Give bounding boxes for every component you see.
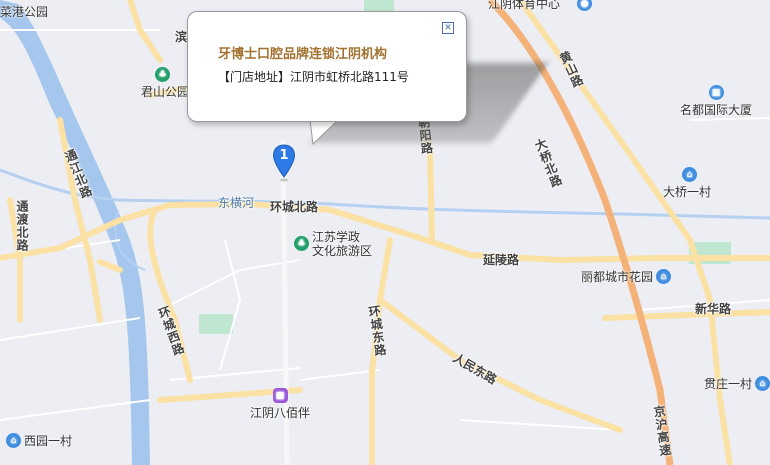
poi-jiangsu-xuezheng[interactable]: ♣ 江苏学政 文化旅游区 xyxy=(294,230,372,258)
popup-tail xyxy=(309,118,339,146)
poi-guiting-village[interactable]: 贯庄一村 ⌂ xyxy=(704,375,770,392)
poi-label: 君山公园 xyxy=(141,85,190,99)
green-area xyxy=(199,314,233,334)
road-label: 通渡北路 xyxy=(15,200,29,252)
poi-nancai-port[interactable]: 菜港公园 xyxy=(0,3,48,20)
poi-sports-center[interactable]: 江阴体育中心 ● xyxy=(488,0,593,12)
house-icon: ⌂ xyxy=(682,167,698,182)
poi-daqiao-village[interactable]: ⌂ 大桥一村 xyxy=(663,167,711,200)
poi-junshan-park[interactable]: ♣ 君山公园 xyxy=(141,67,189,100)
popup-title: 牙博士口腔品牌连锁江阴机构 xyxy=(218,47,388,62)
popup-address: 【门店地址】江阴市虹桥北路111号 xyxy=(218,70,409,84)
house-icon: ⌂ xyxy=(755,376,770,391)
road-label: 滨 xyxy=(175,30,188,44)
park-icon: ♣ xyxy=(155,67,170,82)
location-marker[interactable]: 1 xyxy=(272,144,296,182)
map-canvas[interactable]: 环城北路 延陵路 环城东路 环城西路 通江北路 通渡北路 朝阳路 黄山路 大桥北… xyxy=(0,0,770,465)
poi-label: 江阴八佰伴 xyxy=(250,406,311,420)
road-label: 新华路 xyxy=(695,302,732,316)
poi-mingdu[interactable]: ▦ 名都国际大厦 xyxy=(680,85,752,118)
park-icon: ♣ xyxy=(294,236,309,251)
poi-label: 江苏学政 文化旅游区 xyxy=(312,230,373,258)
close-icon[interactable]: ✕ xyxy=(442,22,454,34)
poi-lidu-garden[interactable]: 丽都城市花园 ⌂ xyxy=(581,268,672,285)
poi-label: 丽都城市花园 xyxy=(581,270,654,284)
house-icon: ⌂ xyxy=(6,433,21,448)
poi-xiyuan-village[interactable]: ⌂ 西园一村 xyxy=(6,432,72,449)
building-icon: ▦ xyxy=(708,85,724,100)
river-label: 东横河 xyxy=(218,196,255,210)
poi-label: 菜港公园 xyxy=(0,5,49,19)
poi-label: 贯庄一村 xyxy=(704,377,753,391)
sports-icon: ● xyxy=(577,0,593,11)
poi-label: 西园一村 xyxy=(24,434,73,448)
road-label: 延陵路 xyxy=(483,253,520,267)
shopping-icon: ■ xyxy=(272,388,288,403)
poi-babai-ban[interactable]: ■ 江阴八佰伴 xyxy=(250,388,310,421)
poi-label: 名都国际大厦 xyxy=(680,103,753,117)
house-icon: ⌂ xyxy=(656,269,672,284)
road-label: 环城北路 xyxy=(270,200,319,214)
marker-number: 1 xyxy=(279,148,289,163)
poi-label: 江阴体育中心 xyxy=(488,0,561,11)
poi-label: 大桥一村 xyxy=(663,185,712,199)
info-window: ✕ 牙博士口腔品牌连锁江阴机构 【门店地址】江阴市虹桥北路111号 xyxy=(187,11,467,122)
